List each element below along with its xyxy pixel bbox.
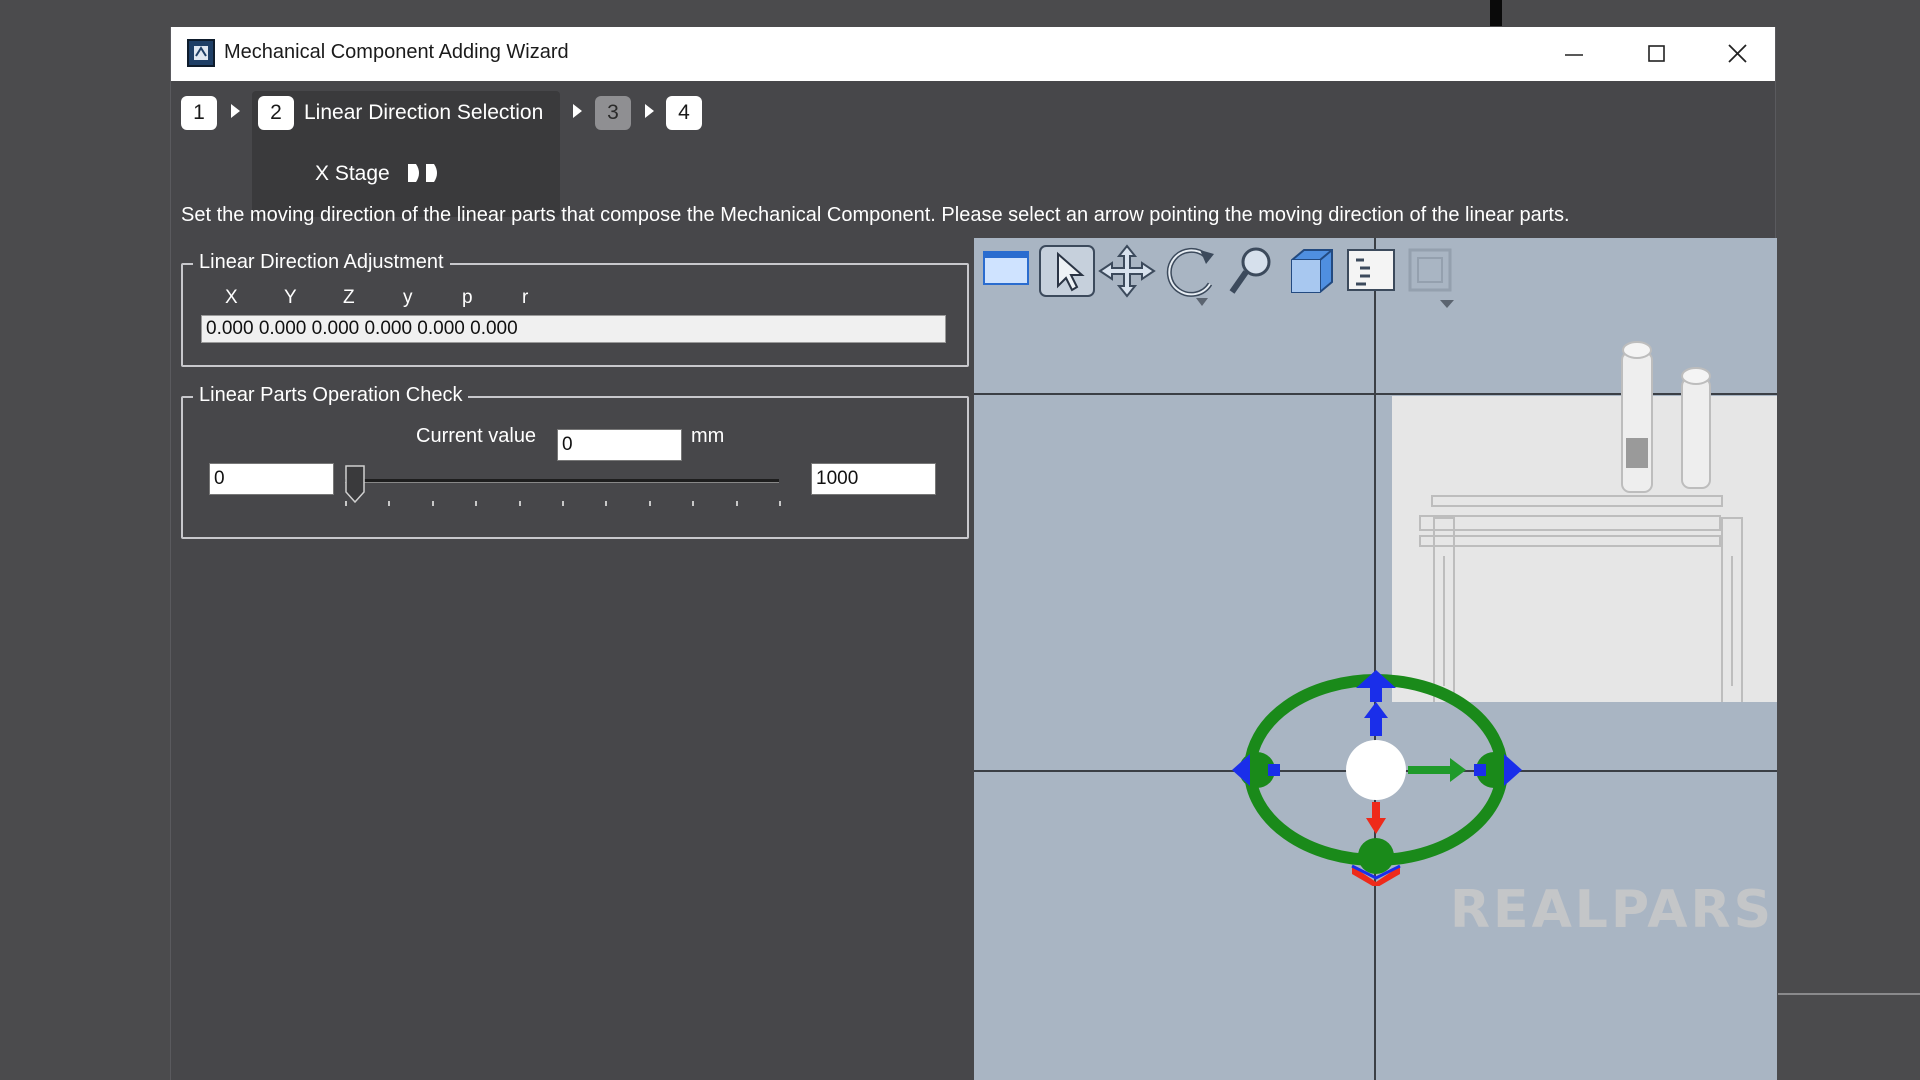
current-value-label: Current value bbox=[416, 425, 537, 447]
maximize-icon bbox=[1648, 45, 1665, 62]
maximize-button[interactable] bbox=[1637, 37, 1677, 71]
background-line bbox=[1778, 993, 1920, 995]
3d-viewport[interactable] bbox=[974, 238, 1777, 1080]
axis-label-z: Z bbox=[343, 287, 355, 308]
unit-label: mm bbox=[691, 425, 725, 447]
background-bar bbox=[1490, 0, 1502, 26]
direction-coordinates-field[interactable]: 0.000 0.000 0.000 0.000 0.000 0.000 bbox=[201, 315, 946, 343]
list-icon[interactable] bbox=[1344, 244, 1398, 296]
move-icon[interactable] bbox=[1098, 244, 1156, 298]
actuator-model-icon bbox=[1621, 341, 1711, 493]
minimize-icon bbox=[1565, 54, 1583, 56]
zoom-icon[interactable] bbox=[1224, 244, 1278, 300]
slider-tick bbox=[519, 501, 521, 506]
axis-label-pitch: p bbox=[462, 287, 473, 308]
min-value-input[interactable]: 0 bbox=[209, 463, 334, 495]
slider-thumb[interactable] bbox=[343, 464, 369, 504]
slider-tick bbox=[388, 501, 390, 506]
title-bar[interactable]: Mechanical Component Adding Wizard bbox=[171, 27, 1775, 81]
slider-tick bbox=[692, 501, 694, 506]
axis-label-x: X bbox=[225, 287, 238, 308]
close-button[interactable] bbox=[1718, 37, 1758, 71]
linear-direction-legend: Linear Direction Adjustment bbox=[193, 251, 450, 274]
position-slider-track[interactable] bbox=[345, 479, 779, 483]
slider-tick bbox=[345, 501, 347, 506]
operation-check-legend: Linear Parts Operation Check bbox=[193, 384, 469, 407]
current-value-input[interactable]: 0 bbox=[557, 429, 682, 461]
step-2-sublabel: X Stage bbox=[315, 162, 390, 185]
slider-tick bbox=[475, 501, 477, 506]
step-arrow-icon bbox=[231, 104, 240, 118]
direction-gizmo[interactable] bbox=[1212, 646, 1542, 886]
slider-tick bbox=[779, 501, 781, 506]
close-icon bbox=[1728, 44, 1747, 63]
axis-label-y: Y bbox=[284, 287, 297, 308]
step-4[interactable]: 4 bbox=[666, 96, 702, 130]
step-arrow-icon bbox=[573, 104, 582, 118]
axis-label-yaw: y bbox=[403, 287, 413, 308]
view-window-icon[interactable] bbox=[980, 244, 1032, 290]
step-2[interactable]: 2 bbox=[258, 96, 294, 130]
step-2-label: Linear Direction Selection bbox=[304, 101, 544, 124]
slider-tick bbox=[562, 501, 564, 506]
rotate-icon[interactable] bbox=[1160, 244, 1222, 308]
window-title: Mechanical Component Adding Wizard bbox=[224, 41, 569, 63]
realpars-watermark: REALPARS bbox=[1450, 880, 1775, 940]
cube-view-icon[interactable] bbox=[1284, 244, 1338, 296]
linear-direction-group: Linear Direction Adjustment X Y Z y p r … bbox=[181, 251, 969, 367]
double-play-icon bbox=[408, 164, 437, 182]
step-arrow-icon bbox=[645, 104, 654, 118]
slider-tick bbox=[432, 501, 434, 506]
instruction-text: Set the moving direction of the linear p… bbox=[181, 204, 1570, 226]
select-pointer-icon[interactable] bbox=[1038, 244, 1096, 298]
step-3[interactable]: 3 bbox=[595, 96, 631, 130]
step-1[interactable]: 1 bbox=[181, 96, 217, 130]
frame-icon[interactable] bbox=[1404, 244, 1468, 314]
max-value-input[interactable]: 1000 bbox=[811, 463, 936, 495]
slider-tick bbox=[736, 501, 738, 506]
operation-check-group: Linear Parts Operation Check Current val… bbox=[181, 384, 969, 539]
slider-tick bbox=[605, 501, 607, 506]
app-icon bbox=[187, 39, 215, 67]
axis-label-roll: r bbox=[522, 287, 529, 308]
minimize-button[interactable] bbox=[1555, 37, 1595, 71]
slider-tick bbox=[649, 501, 651, 506]
